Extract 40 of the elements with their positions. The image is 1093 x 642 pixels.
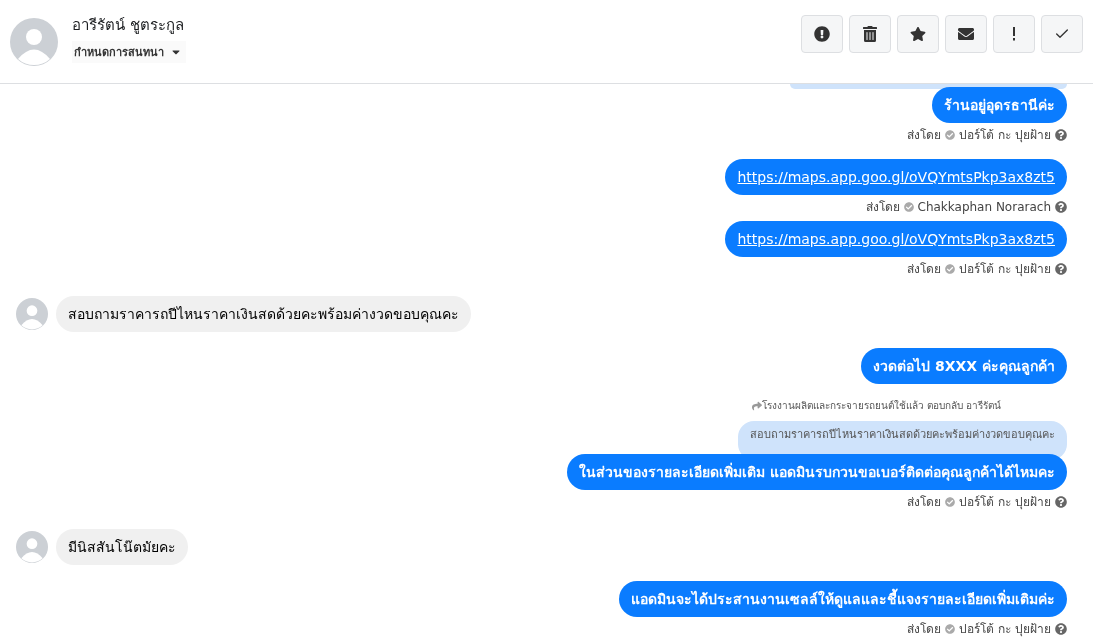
sent-by-label: ส่งโดย (907, 128, 942, 142)
alert-icon (814, 25, 830, 42)
message-bubble: แอดมินจะได้ประสานงานเซลล์ให้ดูแลและชี้แจงรายละเอียดเพิ่มเติมค่ะ (619, 581, 1067, 617)
avatar (10, 17, 58, 66)
help-icon (1055, 496, 1067, 508)
reply-header: โรงงานผลิตและกระจายรถยนต์ใช้แล้ว ตอบกลับ อารีรัตน์ (761, 400, 1001, 412)
mail-button[interactable] (945, 14, 987, 53)
help-icon (1055, 623, 1067, 635)
link[interactable]: https://maps.app.goo.gl/oVQYmtsPkp3ax8zt5 (737, 169, 1055, 185)
contact-name: อารีรัตน์ ชูตระกูล (72, 14, 185, 36)
sent-by-label: ส่งโดย (907, 262, 942, 276)
star-icon (910, 25, 926, 42)
star-button[interactable] (897, 14, 939, 53)
sender-name: ปอร์โต้ กะ ปุยฝ้าย (959, 128, 1051, 142)
envelope-icon (958, 25, 974, 42)
message-bubble: ร้านอยู่อุดรธานีค่ะ (932, 87, 1067, 123)
conversation-dropdown[interactable]: กำหนดการสนทนา (72, 40, 186, 63)
check-button[interactable] (1041, 14, 1083, 53)
message-bubble: สอบถามราคารถปีไหนราคาเงินสดด้วยคะพร้อมค่างวดขอบคุณคะ (56, 296, 471, 332)
trash-icon (862, 25, 878, 42)
avatar (16, 298, 48, 330)
sent-by-label: ส่งโดย (907, 622, 942, 636)
trash-button[interactable] (849, 14, 891, 53)
sender-name: ปอร์โต้ กะ ปุยฝ้าย (959, 495, 1051, 509)
sender-name: ปอร์โต้ กะ ปุยฝ้าย (959, 622, 1051, 636)
forward-icon (751, 401, 762, 411)
sender-name: Chakkaphan Norarach (917, 200, 1051, 214)
help-icon (1055, 129, 1067, 141)
message-bubble: งวดต่อไป 8XXX ค่ะคุณลูกค้า (861, 348, 1067, 384)
sent-by-label: ส่งโดย (907, 495, 942, 509)
help-icon (1055, 201, 1067, 213)
message-bubble: มีนิสสันโน๊ตมัยคะ (56, 529, 188, 565)
alert-button[interactable] (801, 14, 843, 53)
message-bubble: ในส่วนของรายละเอียดเพิ่มเติม แอดมินรบกวนขอเบอร์ติดต่อคุณลูกค้าได้ไหมคะ (567, 454, 1067, 490)
exclamation-icon (1012, 26, 1016, 41)
sent-by-label: ส่งโดย (865, 200, 900, 214)
help-icon (1055, 263, 1067, 275)
sender-name: ปอร์โต้ กะ ปุยฝ้าย (959, 262, 1051, 276)
link[interactable]: https://maps.app.goo.gl/oVQYmtsPkp3ax8zt5 (737, 231, 1055, 247)
avatar (16, 531, 48, 563)
